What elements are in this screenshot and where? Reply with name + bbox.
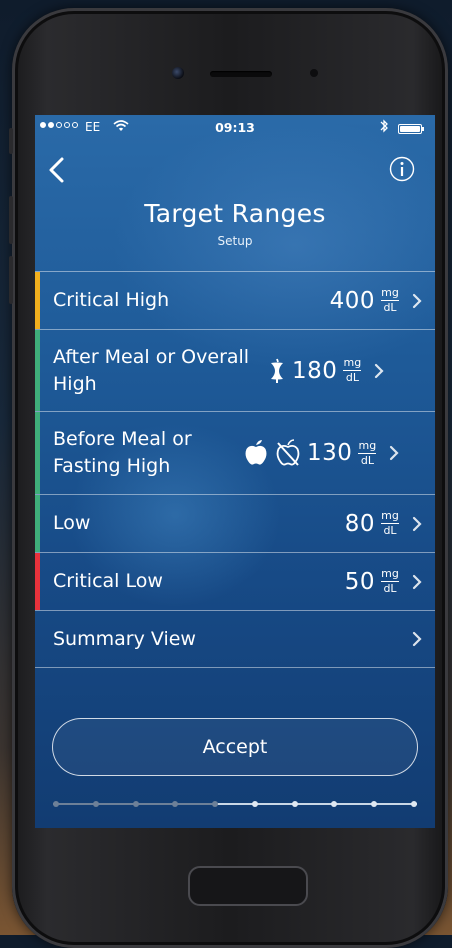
row-label: Critical High <box>53 289 170 311</box>
status-time: 09:13 <box>215 120 255 135</box>
progress-step-dot <box>132 801 139 807</box>
apple-core-icon <box>268 358 286 384</box>
chevron-left-icon <box>49 157 64 183</box>
row-label: Critical Low <box>53 570 163 592</box>
row-label: Before Meal or Fasting High <box>53 428 192 477</box>
row-value: 180 <box>292 357 338 384</box>
critical-high-indicator <box>35 272 40 329</box>
progress-step-dot <box>212 801 219 807</box>
row-after-meal-high[interactable]: After Meal or Overall High 180 mg dL <box>35 329 435 411</box>
unit-mg-dl: mg dL <box>381 286 399 314</box>
progress-step-dot <box>172 801 179 807</box>
row-before-meal-high[interactable]: Before Meal or Fasting High 130 mg dL <box>35 411 435 494</box>
row-critical-low[interactable]: Critical Low 50 mg dL <box>35 552 435 610</box>
progress-step-dot <box>251 801 258 807</box>
unit-mg-dl: mg dL <box>381 567 399 595</box>
chevron-right-icon <box>390 445 399 461</box>
in-range-indicator <box>35 495 40 552</box>
row-value: 400 <box>329 287 375 314</box>
page-title: Target Ranges <box>144 199 326 228</box>
volume-down-button <box>9 256 13 304</box>
unit-mg-dl: mg dL <box>381 509 399 537</box>
battery-icon <box>398 124 424 134</box>
front-camera <box>172 67 184 79</box>
progress-step-dot <box>371 801 378 807</box>
bluetooth-icon <box>379 118 389 137</box>
row-label: Low <box>53 512 91 534</box>
progress-step-dot <box>92 801 99 807</box>
apple-icon <box>243 439 269 467</box>
earpiece-speaker <box>210 71 272 77</box>
row-value: 80 <box>344 510 375 537</box>
back-button[interactable] <box>45 155 69 185</box>
page-subtitle: Setup <box>217 234 253 248</box>
proximity-sensor <box>310 69 318 77</box>
row-value: 130 <box>307 440 353 466</box>
row-critical-high[interactable]: Critical High 400 mg dL <box>35 271 435 329</box>
status-bar: EE 09:13 <box>35 115 435 141</box>
unit-mg-dl: mg dL <box>343 356 362 384</box>
mute-switch <box>9 128 13 154</box>
row-label: Summary View <box>53 627 196 650</box>
in-range-indicator <box>35 330 40 411</box>
home-button[interactable] <box>188 866 308 906</box>
app-screen: EE 09:13 Target Ranges Setup Critical Hi… <box>35 115 435 828</box>
chevron-right-icon <box>412 516 422 531</box>
volume-up-button <box>9 196 13 244</box>
chevron-right-icon <box>412 574 422 589</box>
critical-low-indicator <box>35 553 40 610</box>
row-value: 50 <box>344 568 375 595</box>
no-apple-icon <box>275 439 301 467</box>
target-range-list: Critical High 400 mg dL After Meal or Ove… <box>35 271 435 668</box>
row-summary-view[interactable]: Summary View <box>35 610 435 668</box>
progress-step-dot <box>291 801 298 807</box>
in-range-indicator <box>35 412 40 494</box>
chevron-right-icon <box>375 363 384 378</box>
accept-button[interactable]: Accept <box>52 718 418 776</box>
row-label: After Meal or Overall High <box>53 345 250 395</box>
row-low[interactable]: Low 80 mg dL <box>35 494 435 552</box>
progress-line-remaining <box>215 803 417 805</box>
info-button[interactable] <box>389 156 415 182</box>
progress-step-dot <box>331 801 338 807</box>
chevron-right-icon <box>412 293 422 308</box>
progress-step-dot <box>411 801 417 807</box>
info-icon <box>389 156 415 182</box>
setup-progress-indicator <box>53 801 417 807</box>
unit-mg-dl: mg dL <box>358 438 377 467</box>
chevron-right-icon <box>412 631 422 647</box>
progress-step-dot <box>53 801 59 807</box>
